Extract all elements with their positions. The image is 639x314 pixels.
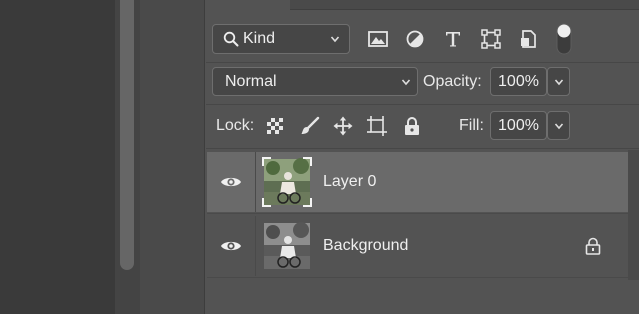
type-filter-icon[interactable] <box>441 27 465 51</box>
fill-value: 100% <box>498 116 539 134</box>
layer-lock-icon[interactable] <box>582 235 604 257</box>
panel-header-strip <box>290 0 639 10</box>
layer-visibility-toggle[interactable] <box>207 152 256 212</box>
eye-icon <box>221 177 241 187</box>
kind-filter-label: Kind <box>243 30 276 47</box>
lock-image-pixels-icon[interactable] <box>298 114 322 138</box>
layer-thumbnail[interactable] <box>261 220 313 272</box>
chevron-down-icon <box>330 36 340 43</box>
chevron-down-icon <box>554 122 563 129</box>
opacity-dropdown-button[interactable] <box>547 67 570 96</box>
opacity-input[interactable]: 100% <box>490 67 547 96</box>
panel-scrollbar[interactable] <box>628 150 639 280</box>
filter-toggle-icon[interactable] <box>554 22 574 56</box>
layer-thumbnail[interactable] <box>261 156 313 208</box>
shape-filter-icon[interactable] <box>479 27 503 51</box>
scrollbar-thumb[interactable] <box>120 0 134 270</box>
lock-transparent-pixels-icon[interactable] <box>264 115 286 137</box>
search-icon <box>223 31 239 47</box>
layer-row[interactable]: Layer 0 <box>207 152 628 212</box>
smart-object-filter-icon[interactable] <box>517 27 541 51</box>
blend-mode-value: Normal <box>225 72 277 90</box>
blend-mode-select[interactable]: Normal <box>212 67 418 96</box>
layer-name[interactable]: Layer 0 <box>323 152 376 212</box>
fill-dropdown-button[interactable] <box>547 111 570 140</box>
chevron-down-icon <box>401 78 411 85</box>
eye-icon <box>221 241 241 251</box>
opacity-label: Opacity: <box>423 73 482 90</box>
opacity-value: 100% <box>498 72 539 90</box>
layer-row[interactable]: Background <box>207 216 628 276</box>
pixel-filter-icon[interactable] <box>366 28 390 50</box>
layer-visibility-toggle[interactable] <box>207 216 256 276</box>
adjustment-filter-icon[interactable] <box>403 27 427 51</box>
fill-label: Fill: <box>459 117 484 134</box>
fill-input[interactable]: 100% <box>490 111 547 140</box>
lock-position-icon[interactable] <box>331 114 355 138</box>
lock-all-icon[interactable] <box>400 114 424 138</box>
kind-filter-select[interactable]: Kind <box>212 24 350 54</box>
lock-artboard-icon[interactable] <box>365 114 389 138</box>
panel-gutter <box>140 0 205 314</box>
canvas-area <box>0 0 115 314</box>
layer-name[interactable]: Background <box>323 216 408 276</box>
chevron-down-icon <box>554 78 563 85</box>
lock-label: Lock: <box>216 117 255 134</box>
